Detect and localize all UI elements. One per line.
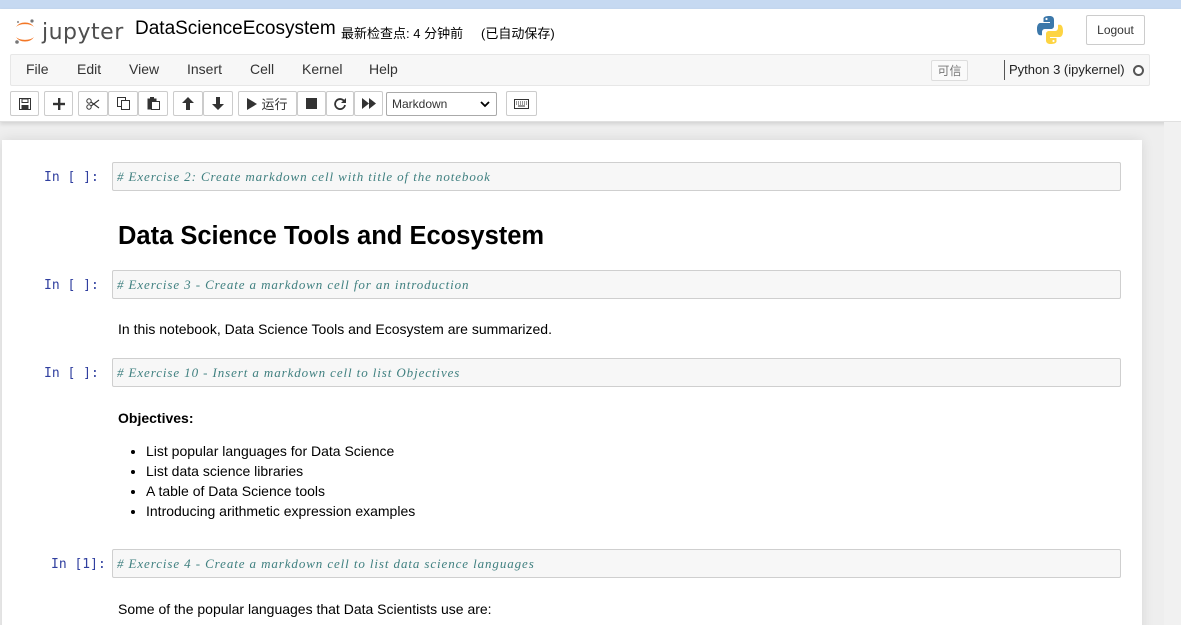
paste-button[interactable]	[138, 91, 168, 116]
autosave-status: (已自动保存)	[481, 26, 555, 41]
menu-edit[interactable]: Edit	[77, 61, 101, 77]
scrollbar[interactable]	[1164, 122, 1181, 625]
cell-prompt: In [ ]:	[44, 170, 99, 185]
paste-icon	[147, 97, 160, 110]
code-comment: # Exercise 3 - Create a markdown cell fo…	[117, 277, 470, 292]
cell-type-value: Markdown	[392, 97, 448, 111]
code-cell[interactable]: # Exercise 2: Create markdown cell with …	[112, 162, 1121, 191]
fast-forward-icon	[361, 98, 376, 109]
checkpoint-status: 最新检查点: 4 分钟前	[341, 26, 464, 41]
menu-view[interactable]: View	[129, 61, 159, 77]
play-icon	[247, 97, 258, 110]
restart-button[interactable]	[326, 91, 354, 116]
list-item: List data science libraries	[146, 461, 415, 481]
command-palette-button[interactable]	[506, 91, 537, 116]
code-comment: # Exercise 10 - Insert a markdown cell t…	[117, 365, 461, 380]
list-item: List popular languages for Data Science	[146, 441, 415, 461]
menu-help[interactable]: Help	[369, 61, 398, 77]
arrow-down-icon	[212, 97, 224, 110]
notebook-title-heading: Data Science Tools and Ecosystem	[118, 222, 545, 250]
chevron-down-icon	[480, 101, 490, 108]
save-icon	[18, 97, 31, 110]
list-item: Introducing arithmetic expression exampl…	[146, 501, 415, 521]
objectives-heading: Objectives:	[118, 410, 194, 426]
intro-paragraph: In this notebook, Data Science Tools and…	[118, 321, 552, 337]
run-button[interactable]: 运行	[238, 91, 297, 116]
run-label: 运行	[261, 97, 288, 112]
stop-icon	[306, 98, 317, 109]
copy-icon	[116, 97, 130, 110]
python-icon	[1037, 16, 1063, 44]
cell-prompt: In [ ]:	[44, 366, 99, 381]
jupyter-logo[interactable]: jupyter	[14, 15, 124, 49]
trusted-indicator[interactable]: 可信	[931, 60, 968, 81]
menu-cell[interactable]: Cell	[250, 61, 274, 77]
cell-type-select[interactable]: Markdown	[386, 92, 497, 116]
insert-cell-button[interactable]	[44, 91, 73, 116]
arrow-up-icon	[182, 97, 194, 110]
save-button[interactable]	[10, 91, 39, 116]
list-item: A table of Data Science tools	[146, 481, 415, 501]
kernel-separator	[1004, 60, 1005, 80]
menubar: File Edit View Insert Cell Kernel Help 可…	[10, 54, 1150, 86]
keyboard-icon	[514, 98, 529, 109]
languages-intro: Some of the popular languages that Data …	[118, 601, 492, 617]
notebook-name[interactable]: DataScienceEcosystem	[135, 18, 336, 40]
move-down-button[interactable]	[203, 91, 233, 116]
menu-file[interactable]: File	[26, 61, 49, 77]
code-comment: # Exercise 2: Create markdown cell with …	[117, 169, 491, 184]
code-comment: # Exercise 4 - Create a markdown cell to…	[117, 556, 535, 571]
restart-icon	[334, 97, 346, 110]
notebook-container: In [ ]: # Exercise 2: Create markdown ce…	[2, 140, 1142, 625]
menu-kernel[interactable]: Kernel	[302, 61, 342, 77]
menu-insert[interactable]: Insert	[187, 61, 222, 77]
jupyter-logo-icon	[15, 19, 34, 44]
cell-prompt: In [ ]:	[44, 278, 99, 293]
objectives-list: List popular languages for Data Science …	[146, 441, 415, 521]
cut-icon	[86, 97, 100, 110]
kernel-name[interactable]: Python 3 (ipykernel)	[1009, 62, 1125, 77]
move-up-button[interactable]	[173, 91, 203, 116]
logout-button[interactable]: Logout	[1086, 15, 1145, 45]
code-cell[interactable]: # Exercise 4 - Create a markdown cell to…	[112, 549, 1121, 578]
code-cell[interactable]: # Exercise 10 - Insert a markdown cell t…	[112, 358, 1121, 387]
copy-button[interactable]	[108, 91, 138, 116]
jupyter-logo-text: jupyter	[42, 19, 124, 45]
cell-prompt: In [1]:	[51, 557, 106, 572]
code-cell[interactable]: # Exercise 3 - Create a markdown cell fo…	[112, 270, 1121, 299]
cut-button[interactable]	[78, 91, 108, 116]
plus-icon	[52, 97, 65, 110]
top-strip	[0, 0, 1181, 9]
interrupt-button[interactable]	[297, 91, 326, 116]
restart-run-all-button[interactable]	[354, 91, 383, 116]
kernel-idle-indicator	[1133, 65, 1144, 76]
